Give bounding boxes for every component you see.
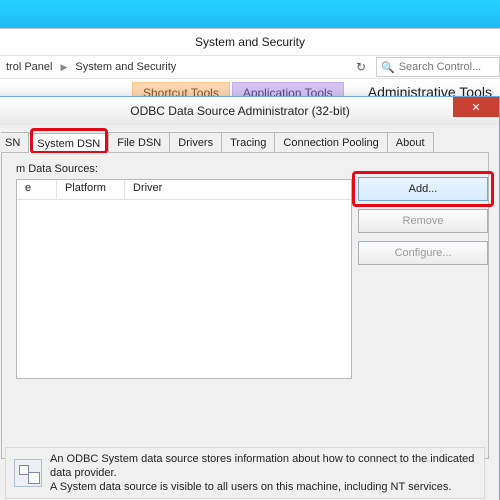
- breadcrumb-item[interactable]: System and Security: [73, 61, 178, 73]
- info-line-2: A System data source is visible to all u…: [50, 480, 476, 494]
- tab-system-dsn[interactable]: System DSN: [28, 133, 109, 153]
- data-sources-label: m Data Sources:: [16, 163, 474, 175]
- column-name[interactable]: e: [17, 180, 57, 199]
- tab-connection-pooling[interactable]: Connection Pooling: [274, 132, 387, 152]
- dialog-body: SN System DSN File DSN Drivers Tracing C…: [0, 125, 499, 465]
- dialog-titlebar[interactable]: ODBC Data Source Administrator (32-bit) …: [0, 97, 499, 125]
- info-text: An ODBC System data source stores inform…: [50, 452, 476, 494]
- datasource-icon: [14, 459, 42, 487]
- tab-drivers[interactable]: Drivers: [169, 132, 222, 152]
- data-sources-list[interactable]: e Platform Driver: [16, 179, 352, 379]
- odbc-dialog: ODBC Data Source Administrator (32-bit) …: [0, 96, 500, 500]
- search-icon: 🔍: [381, 61, 395, 74]
- breadcrumb-item[interactable]: trol Panel: [4, 61, 54, 73]
- tab-file-dsn[interactable]: File DSN: [108, 132, 170, 152]
- configure-button: Configure...: [358, 241, 488, 265]
- tabstrip: SN System DSN File DSN Drivers Tracing C…: [1, 131, 489, 153]
- side-buttons: Add... Remove Configure...: [358, 177, 488, 265]
- info-line-1: An ODBC System data source stores inform…: [50, 452, 476, 480]
- tab-user-dsn[interactable]: SN: [1, 132, 29, 152]
- add-button[interactable]: Add...: [358, 177, 488, 201]
- tab-tracing[interactable]: Tracing: [221, 132, 275, 152]
- desktop: System and Security trol Panel ▶ System …: [0, 0, 500, 500]
- explorer-title: System and Security: [0, 29, 500, 55]
- remove-button: Remove: [358, 209, 488, 233]
- dialog-title: ODBC Data Source Administrator (32-bit): [0, 104, 499, 118]
- close-button[interactable]: ✕: [453, 97, 499, 117]
- search-placeholder: Search Control...: [399, 61, 482, 73]
- column-driver[interactable]: Driver: [125, 180, 351, 199]
- refresh-icon[interactable]: ↻: [350, 60, 372, 74]
- search-input[interactable]: 🔍 Search Control...: [376, 57, 500, 77]
- list-header: e Platform Driver: [17, 180, 351, 200]
- info-panel: An ODBC System data source stores inform…: [5, 447, 485, 499]
- tab-panel: m Data Sources: e Platform Driver Add...…: [1, 153, 489, 459]
- breadcrumb-bar: trol Panel ▶ System and Security ↻ 🔍 Sea…: [0, 55, 500, 79]
- column-platform[interactable]: Platform: [57, 180, 125, 199]
- tab-about[interactable]: About: [387, 132, 434, 152]
- chevron-right-icon: ▶: [58, 62, 69, 73]
